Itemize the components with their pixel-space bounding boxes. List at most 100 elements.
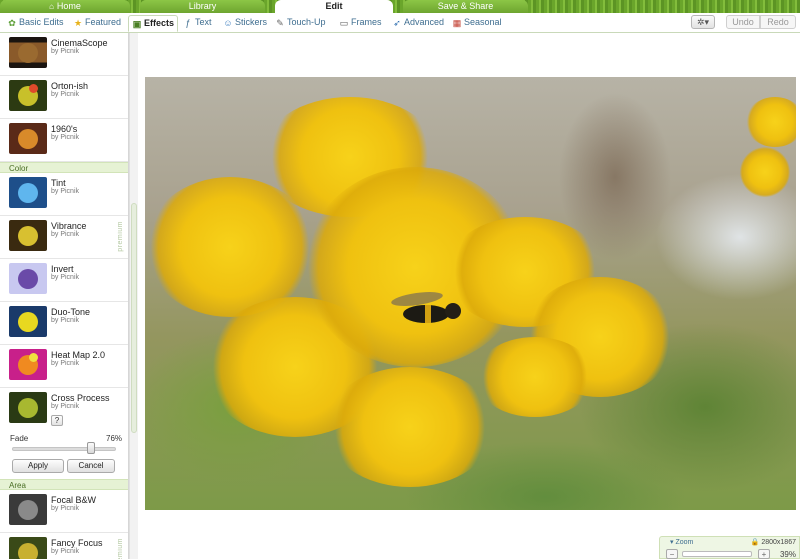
tab-edit[interactable]: Edit [275, 0, 393, 13]
subtab-label: Seasonal [464, 17, 502, 27]
photo-canvas-image[interactable] [145, 77, 796, 510]
fade-value: 76% [106, 434, 123, 443]
subtab-label: Advanced [404, 17, 445, 27]
effect-item-invert[interactable]: Invert by Picnik [0, 259, 128, 302]
flower-cluster [745, 97, 796, 147]
effect-item-orton-ish[interactable]: Orton-ish by Picnik [0, 76, 128, 119]
effect-thumbnail [9, 392, 47, 423]
effect-item-duo-tone[interactable]: Duo-Tone by Picnik [0, 302, 128, 345]
effect-item-vibrance[interactable]: Vibrance by Picnik [0, 216, 128, 259]
thumbnail-frog-shape [18, 129, 38, 149]
stickers-icon: ☺ [223, 18, 233, 28]
wasp-stripe [425, 305, 431, 323]
premium-label: premium [117, 221, 124, 252]
effect-thumbnail [9, 37, 47, 68]
panel-scrollbar-thumb[interactable] [131, 203, 137, 433]
subtab-label: Effects [144, 18, 175, 28]
flower-cluster [475, 337, 595, 417]
thumbnail-eye-shape [29, 353, 38, 362]
image-dimensions-text: 2800x1867 [761, 539, 796, 546]
effect-name: Focal B&W [51, 495, 97, 505]
effects-icon: ▣ [132, 19, 142, 29]
tab-save-share-label: Save & Share [437, 1, 494, 11]
subtab-basic-edits[interactable]: ✿ Basic Edits [4, 15, 67, 32]
subtab-frames[interactable]: ▭ Frames [336, 15, 385, 32]
tab-home[interactable]: ⌂ Home [0, 0, 130, 13]
fade-label: Fade [10, 434, 29, 443]
effect-author: by Picnik [51, 48, 80, 55]
thumbnail-frog-shape [18, 312, 38, 332]
subtab-effects[interactable]: ▣ Effects [128, 15, 179, 32]
effect-thumbnail [9, 349, 47, 380]
apply-button[interactable]: Apply [12, 459, 64, 473]
star-icon: ★ [73, 18, 83, 28]
premium-label: premium [117, 538, 124, 559]
tab-edit-label: Edit [325, 1, 343, 11]
section-header-color: Color [0, 162, 128, 173]
effect-name: Duo-Tone [51, 307, 91, 317]
zoom-out-icon[interactable]: − [666, 549, 678, 559]
effect-item-cinemascope[interactable]: CinemaScope by Picnik [0, 33, 128, 76]
effect-author: by Picnik [51, 403, 80, 410]
thumbnail-frog-shape [18, 500, 38, 520]
subtab-text[interactable]: ƒ Text [180, 15, 215, 32]
cancel-button[interactable]: Cancel [67, 459, 115, 473]
flower-cluster [325, 367, 495, 487]
effect-item-heat-map[interactable]: Heat Map 2.0 by Picnik [0, 345, 128, 388]
subtab-stickers[interactable]: ☺ Stickers [220, 15, 270, 32]
fade-slider-handle[interactable] [87, 442, 96, 454]
thumbnail-frog-shape [18, 269, 38, 289]
effect-author: by Picnik [51, 91, 80, 98]
effect-author: by Picnik [51, 360, 80, 367]
home-icon: ⌂ [49, 2, 54, 11]
zoom-in-icon[interactable]: + [758, 549, 770, 559]
calendar-icon: ▦ [452, 18, 462, 28]
subtab-label: Basic Edits [19, 17, 64, 27]
fade-slider-track[interactable] [12, 447, 116, 451]
effect-author: by Picnik [51, 274, 80, 281]
effect-name: Heat Map 2.0 [51, 350, 106, 360]
tab-home-label: Home [56, 1, 81, 11]
effect-name: Fancy Focus [51, 538, 103, 548]
effect-author: by Picnik [51, 231, 80, 238]
zoom-slider[interactable] [682, 551, 752, 557]
effect-name: Invert [51, 264, 74, 274]
effect-name: Tint [51, 178, 66, 188]
subtab-touch-up[interactable]: ✎ Touch-Up [272, 15, 329, 32]
effect-thumbnail [9, 220, 47, 251]
tab-save-share[interactable]: Save & Share [403, 0, 528, 13]
effects-panel: CinemaScope by Picnik Orton-ish by Picni… [0, 33, 129, 559]
effect-thumbnail [9, 263, 47, 294]
thumbnail-frog-shape [18, 226, 38, 246]
effect-author: by Picnik [51, 188, 80, 195]
subtab-seasonal[interactable]: ▦ Seasonal [449, 15, 505, 32]
effect-item-1960s[interactable]: 1960's by Picnik [0, 119, 128, 162]
panel-scrollbar[interactable] [129, 33, 138, 559]
effect-thumbnail [9, 306, 47, 337]
effect-item-fancy-focus[interactable]: Fancy Focus by Picnik [0, 533, 128, 559]
zoom-percent: 39% [779, 550, 796, 559]
help-button[interactable]: ? [51, 415, 63, 426]
effect-thumbnail [9, 494, 47, 525]
effect-thumbnail [9, 537, 47, 559]
subtab-advanced[interactable]: ➶ Advanced [389, 15, 447, 32]
subtab-label: Touch-Up [287, 17, 326, 27]
tab-library[interactable]: Library [140, 0, 265, 13]
effect-item-focal-bw[interactable]: Focal B&W by Picnik [0, 490, 128, 533]
thumbnail-frog-shape [18, 43, 38, 63]
effect-name: Cross Process [51, 393, 110, 403]
thumbnail-eye-shape [29, 84, 38, 93]
subtab-label: Frames [351, 17, 382, 27]
effect-name: CinemaScope [51, 38, 108, 48]
redo-button[interactable]: Redo [760, 15, 796, 29]
effect-author: by Picnik [51, 548, 80, 555]
text-icon: ƒ [185, 18, 191, 28]
effect-author: by Picnik [51, 134, 80, 141]
subtab-label: Stickers [235, 17, 268, 27]
top-nav-bar: ⌂ Home Library Edit Save & Share [0, 0, 800, 13]
effect-item-tint[interactable]: Tint by Picnik [0, 173, 128, 216]
undo-button[interactable]: Undo [726, 15, 760, 29]
zoom-label[interactable]: ▾ Zoom [670, 538, 693, 546]
settings-menu-button[interactable]: ✲▾ [691, 15, 715, 29]
subtab-featured[interactable]: ★ Featured [70, 15, 124, 32]
